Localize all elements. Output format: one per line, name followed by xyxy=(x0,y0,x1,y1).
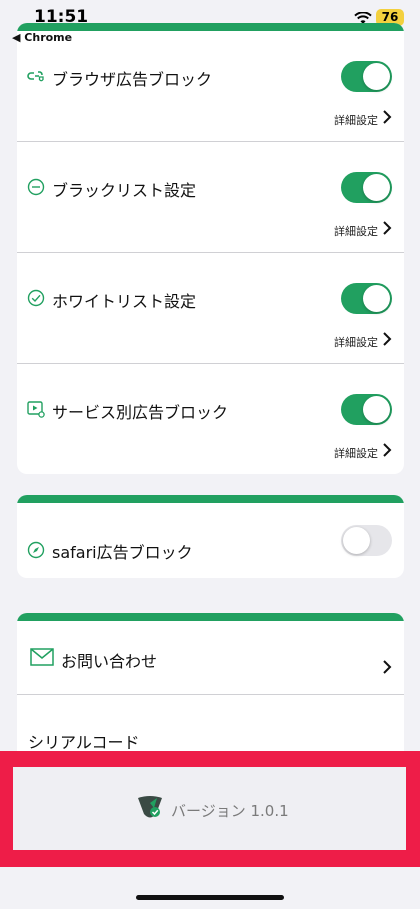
setting-row-service: サービス別広告ブロック 詳細設定 xyxy=(17,364,404,474)
back-to-chrome-link[interactable]: ◀ Chrome xyxy=(12,31,72,44)
compass-icon xyxy=(27,541,45,559)
whitelist-toggle[interactable] xyxy=(341,283,392,314)
detail-settings-link[interactable]: 詳細設定 xyxy=(334,334,378,350)
safari-block-toggle[interactable] xyxy=(341,525,392,556)
card-accent-bar xyxy=(17,495,404,503)
setting-title: サービス別広告ブロック xyxy=(52,403,229,422)
minus-circle-icon xyxy=(27,178,45,196)
setting-title: ホワイトリスト設定 xyxy=(52,292,197,311)
setting-row-safari: safari広告ブロック xyxy=(17,503,404,578)
browser-block-toggle[interactable] xyxy=(341,61,392,92)
version-area: バージョン 1.0.1 xyxy=(13,767,406,850)
block-settings-card: ブラウザ広告ブロック 詳細設定 ブラックリスト設定 詳細設定 ホワイトリスト設定… xyxy=(17,23,404,474)
detail-settings-link[interactable]: 詳細設定 xyxy=(334,112,378,128)
chevron-right-icon xyxy=(383,660,392,674)
mail-icon xyxy=(30,648,54,666)
setting-title: ブラックリスト設定 xyxy=(52,181,197,200)
check-circle-icon xyxy=(27,289,45,307)
home-indicator xyxy=(136,895,284,900)
version-label: バージョン 1.0.1 xyxy=(171,802,289,820)
serial-code-label: シリアルコード xyxy=(28,733,140,752)
highlight-frame: バージョン 1.0.1 xyxy=(0,751,420,867)
setting-title: ブラウザ広告ブロック xyxy=(52,70,213,89)
blacklist-toggle[interactable] xyxy=(341,172,392,203)
detail-settings-link[interactable]: 詳細設定 xyxy=(334,223,378,239)
screen: 11:51 76 ブラウザ広告ブロック 詳細設定 ブラックリスト設定 詳細設定 … xyxy=(0,0,420,909)
chevron-right-icon[interactable] xyxy=(382,109,392,125)
setting-title: safari広告ブロック xyxy=(52,543,193,562)
contact-label: お問い合わせ xyxy=(61,652,158,671)
setting-row-whitelist: ホワイトリスト設定 詳細設定 xyxy=(17,253,404,364)
card-accent-bar xyxy=(17,613,404,621)
app-logo-icon xyxy=(138,796,162,818)
menu-card: お問い合わせ シリアルコード xyxy=(17,613,404,773)
video-gear-icon xyxy=(27,401,45,418)
chevron-right-icon[interactable] xyxy=(382,220,392,236)
link-shield-icon xyxy=(27,71,44,82)
card-accent-bar xyxy=(17,23,404,31)
setting-row-browser: ブラウザ広告ブロック 詳細設定 xyxy=(17,31,404,142)
safari-card: safari広告ブロック xyxy=(17,495,404,578)
chevron-right-icon[interactable] xyxy=(382,442,392,458)
chevron-right-icon[interactable] xyxy=(382,331,392,347)
detail-settings-link[interactable]: 詳細設定 xyxy=(334,445,378,461)
contact-row[interactable]: お問い合わせ xyxy=(17,621,404,695)
setting-row-blacklist: ブラックリスト設定 詳細設定 xyxy=(17,142,404,253)
service-block-toggle[interactable] xyxy=(341,394,392,425)
